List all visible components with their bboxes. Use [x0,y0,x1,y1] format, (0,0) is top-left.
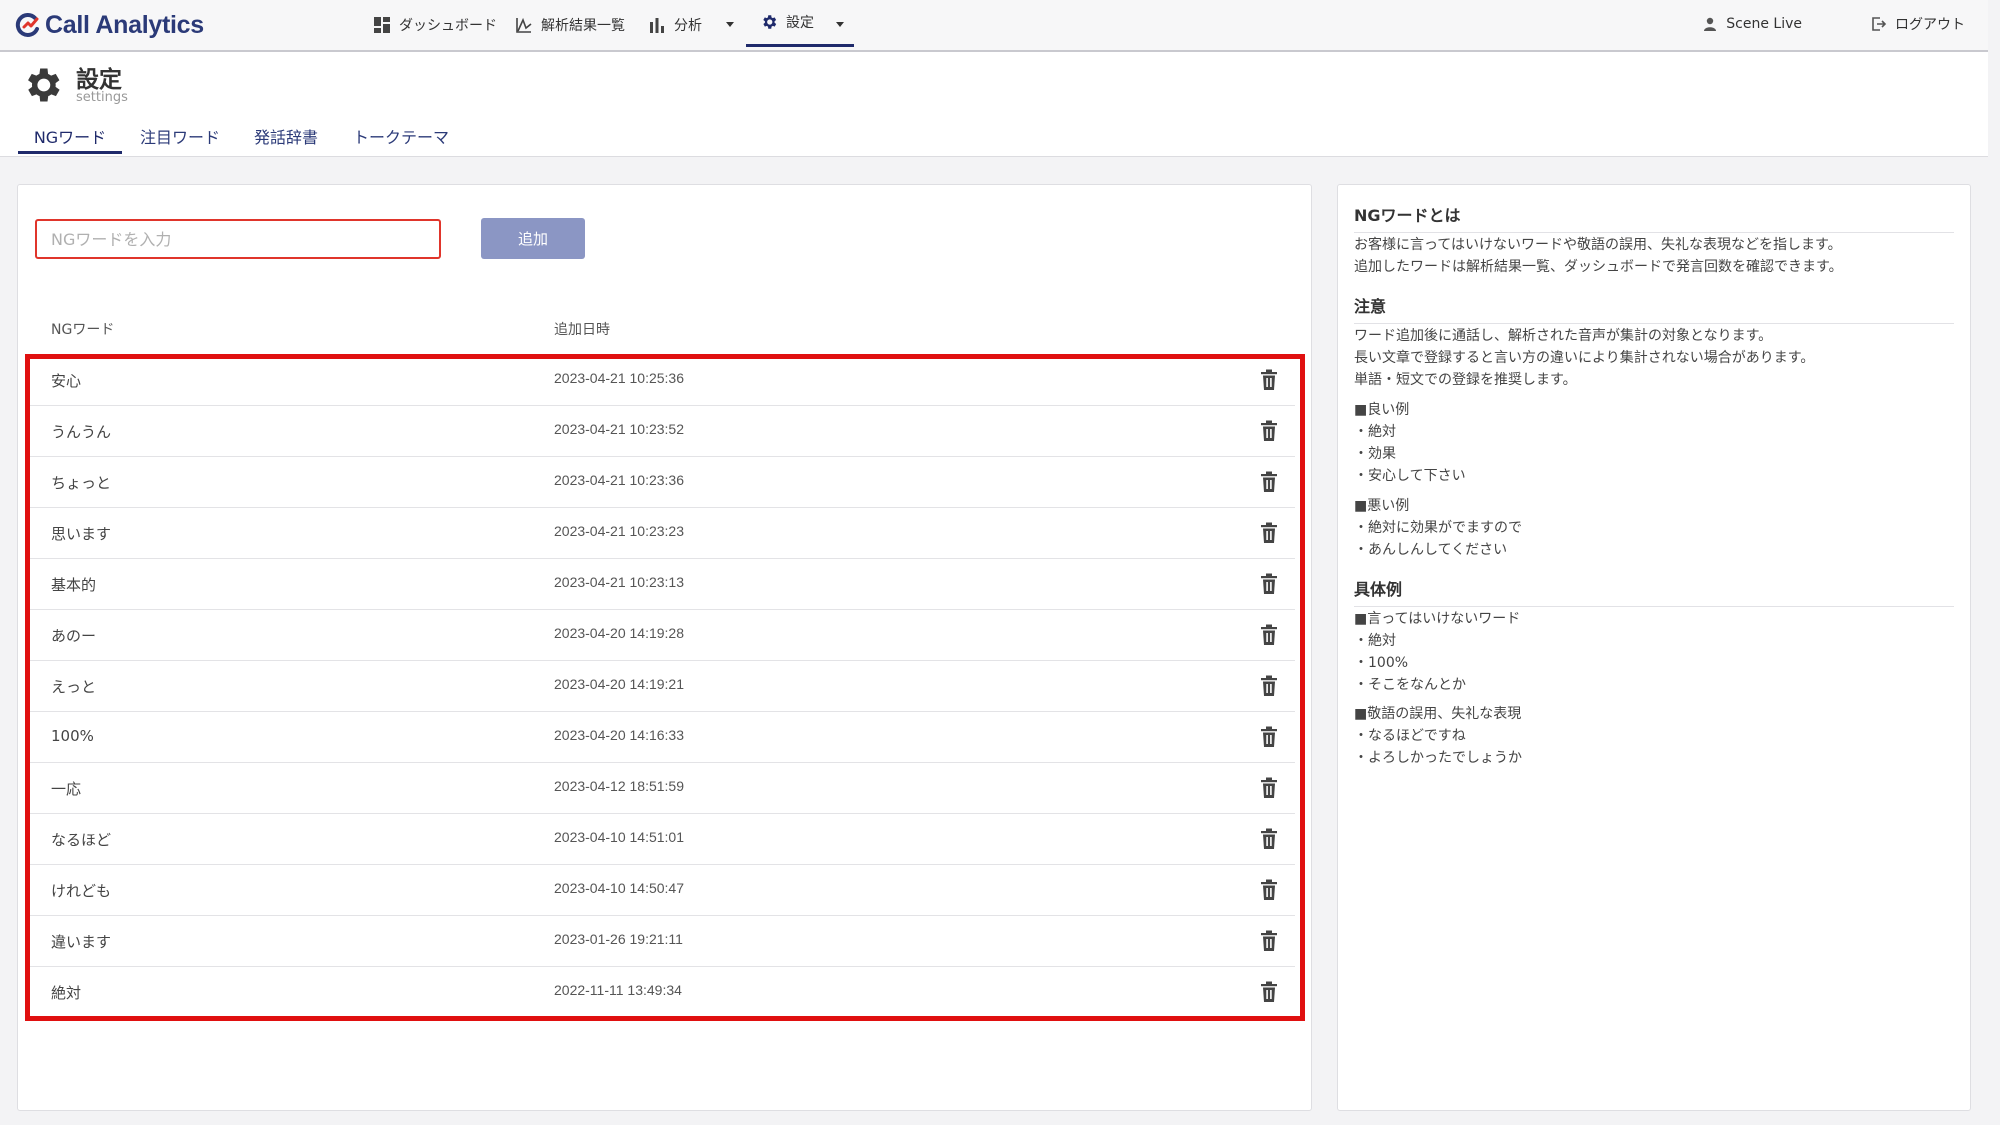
added-date-cell: 2023-04-10 14:51:01 [554,829,684,845]
page-title: 設定 [76,67,122,93]
tab-focus-words[interactable]: 注目ワード [140,124,220,152]
added-date-cell: 2023-04-20 14:16:33 [554,727,684,743]
added-date-cell: 2022-11-11 13:49:34 [554,982,682,998]
tab-ng-words[interactable]: NGワード [18,124,122,154]
trash-icon[interactable] [1260,930,1278,952]
table-row: 100% 2023-04-20 14:16:33 [30,712,1295,763]
bar-chart-icon [650,18,664,33]
trash-icon[interactable] [1260,573,1278,595]
nav-dashboard[interactable]: ダッシュボード [373,0,497,50]
table-row: ちょっと 2023-04-21 10:23:36 [30,457,1295,508]
user-icon [1704,17,1717,31]
nav-analysis[interactable]: 分析 [648,0,702,50]
top-navbar: Call Analytics ダッシュボード 解析結果一覧 分析 設定 Scen… [0,0,1988,52]
added-date-cell: 2023-04-21 10:23:52 [554,421,684,437]
tab-talk-theme[interactable]: トークテーマ [353,124,449,152]
tab-speech-dictionary[interactable]: 発話辞書 [254,124,318,152]
added-date-cell: 2023-04-21 10:23:23 [554,523,684,539]
ng-word-cell: 100% [51,727,94,745]
added-date-cell: 2023-04-21 10:23:36 [554,472,684,488]
table-row: 基本的 2023-04-21 10:23:13 [30,559,1295,610]
nav-results-label: 解析結果一覧 [541,18,625,34]
nav-settings-dropdown-icon[interactable] [836,22,844,27]
added-date-cell: 2023-04-21 10:25:36 [554,370,684,386]
help-heading-what-is: NGワードとは [1354,202,1954,233]
ng-word-cell: うんうん [51,423,112,441]
help-heading-examples: 具体例 [1354,576,1954,607]
logout-label: ログアウト [1895,17,1965,33]
ng-word-input[interactable] [35,219,441,259]
table-row: 絶対 2022-11-11 13:49:34 [30,967,1295,1018]
help-misused-honorifics: ■敬語の誤用、失礼な表現 ・なるほどですね ・よろしかったでしょうか [1354,706,1522,766]
table-row: えっと 2023-04-20 14:19:21 [30,661,1295,712]
added-date-cell: 2023-04-20 14:19:21 [554,676,684,692]
help-heading-caution: 注意 [1354,293,1954,324]
column-header-word: NGワード [51,322,115,338]
logout-icon [1872,17,1887,31]
trash-icon[interactable] [1260,420,1278,442]
table-row: 一応 2023-04-12 18:51:59 [30,763,1295,814]
help-text-caution: ワード追加後に通話し、解析された音声が集計の対象となります。 長い文章で登録する… [1354,328,1815,388]
dashboard-icon [374,17,390,33]
table-row: あのー 2023-04-20 14:19:28 [30,610,1295,661]
logout-link[interactable]: ログアウト [1871,0,1965,48]
ng-word-cell: えっと [51,678,97,696]
table-row: なるほど 2023-04-10 14:51:01 [30,814,1295,865]
ng-word-cell: あのー [51,627,97,645]
trash-icon[interactable] [1260,981,1278,1003]
user-menu[interactable]: Scene Live [1702,0,1802,48]
trash-icon[interactable] [1260,522,1278,544]
add-button[interactable]: 追加 [481,218,585,259]
ng-word-cell: なるほど [51,831,112,849]
table-row: 安心 2023-04-21 10:25:36 [30,355,1295,406]
app-logo[interactable]: Call Analytics [15,9,204,41]
ng-word-cell: 基本的 [51,576,97,594]
ng-word-cell: 思います [51,525,112,543]
ng-word-cell: 絶対 [51,984,82,1002]
added-date-cell: 2023-04-20 14:19:28 [554,625,684,641]
nav-analysis-label: 分析 [674,18,702,34]
logo-icon [15,12,39,37]
table-row: けれども 2023-04-10 14:50:47 [30,865,1295,916]
help-text-what-is: お客様に言ってはいけないワードや敬語の誤用、失礼な表現などを指します。 追加した… [1354,237,1843,275]
nav-dashboard-label: ダッシュボード [399,18,497,34]
added-date-cell: 2023-04-10 14:50:47 [554,880,684,896]
trash-icon[interactable] [1260,624,1278,646]
help-bad-examples: ■悪い例 ・絶対に効果がでますので ・あんしんしてください [1354,498,1522,558]
nav-analysis-dropdown-icon[interactable] [726,22,734,27]
table-row: 違います 2023-01-26 19:21:11 [30,916,1295,967]
trash-icon[interactable] [1260,726,1278,748]
chart-line-icon [516,17,532,33]
trash-icon[interactable] [1260,471,1278,493]
page-header: 設定 settings NGワード 注目ワード 発話辞書 トークテーマ [0,52,1988,157]
added-date-cell: 2023-04-21 10:23:13 [554,574,684,590]
added-date-cell: 2023-01-26 19:21:11 [554,931,683,947]
trash-icon[interactable] [1260,777,1278,799]
help-good-examples: ■良い例 ・絶対 ・効果 ・安心して下さい [1354,402,1466,484]
trash-icon[interactable] [1260,879,1278,901]
column-header-date: 追加日時 [554,322,610,338]
nav-settings-label: 設定 [786,15,814,31]
nav-results[interactable]: 解析結果一覧 [515,0,625,50]
trash-icon[interactable] [1260,369,1278,391]
page-subtitle: settings [76,90,128,105]
app-name: Call Analytics [45,10,204,39]
ng-word-cell: 一応 [51,780,82,798]
table-row: 思います 2023-04-21 10:23:23 [30,508,1295,559]
gear-icon [763,15,777,29]
settings-gear-icon [28,68,60,102]
ng-word-cell: けれども [51,882,112,900]
user-name: Scene Live [1726,16,1802,32]
table-row: うんうん 2023-04-21 10:23:52 [30,406,1295,457]
added-date-cell: 2023-04-12 18:51:59 [554,778,684,794]
help-forbidden-words: ■言ってはいけないワード ・絶対 ・100% ・そこをなんとか [1354,611,1521,693]
ng-word-cell: 安心 [51,372,82,390]
ng-word-cell: ちょっと [51,474,112,492]
ng-word-cell: 違います [51,933,112,951]
trash-icon[interactable] [1260,675,1278,697]
trash-icon[interactable] [1260,828,1278,850]
